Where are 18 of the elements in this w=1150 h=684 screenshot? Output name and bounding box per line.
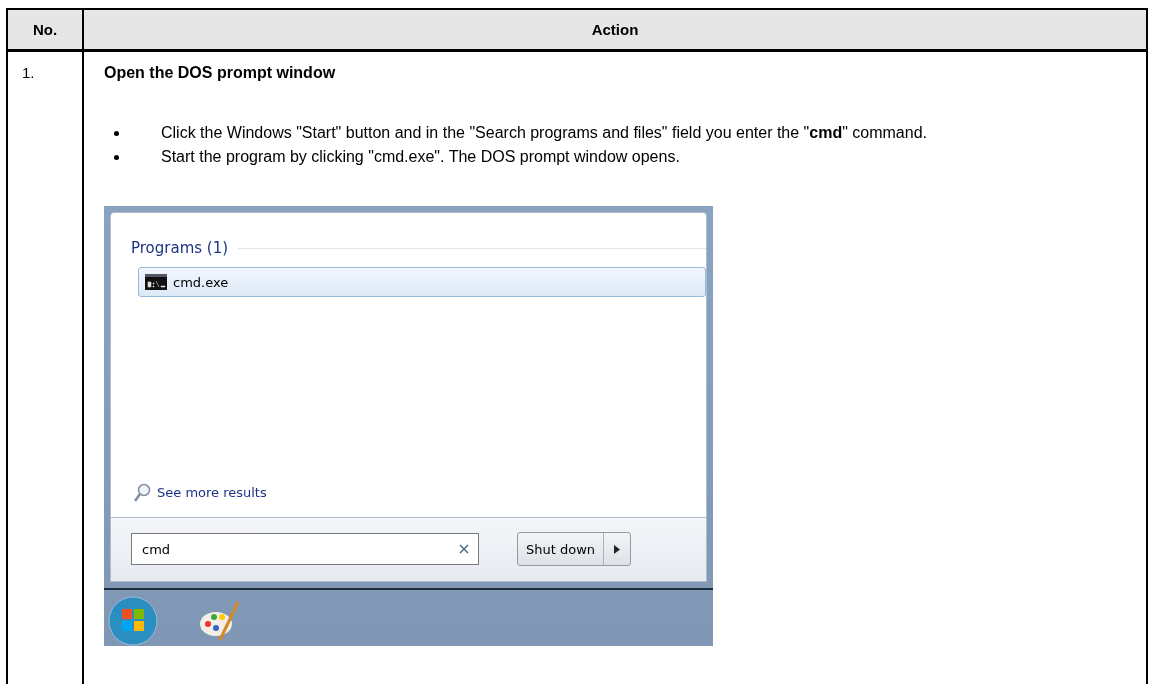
step-instruction: Start the program by clicking "cmd.exe". The DOS prompt window opens. xyxy=(161,148,680,166)
see-more-link[interactable]: See more results xyxy=(133,482,267,503)
console-icon xyxy=(145,274,167,290)
bullet-icon xyxy=(114,155,119,160)
bullet-icon xyxy=(114,131,119,136)
section-heading: Programs (1) xyxy=(131,239,229,257)
close-icon[interactable] xyxy=(459,544,469,555)
step-title: Open the DOS prompt window xyxy=(104,64,337,82)
search-result[interactable]: cmd.exe xyxy=(138,267,706,297)
column-header: No. xyxy=(8,10,84,52)
column-header: Action xyxy=(84,10,1146,52)
search-icon xyxy=(133,482,151,503)
shutdown-button[interactable]: Shut down xyxy=(517,532,632,567)
search-field[interactable]: cmd xyxy=(131,533,479,566)
step-number: 1. xyxy=(8,52,84,684)
caret-icon xyxy=(614,544,621,554)
step-instruction: Click the Windows "Start" button and in the "Search programs and files" field you enter the "cmd" command. xyxy=(161,124,927,142)
start-orb-icon[interactable] xyxy=(108,596,158,646)
